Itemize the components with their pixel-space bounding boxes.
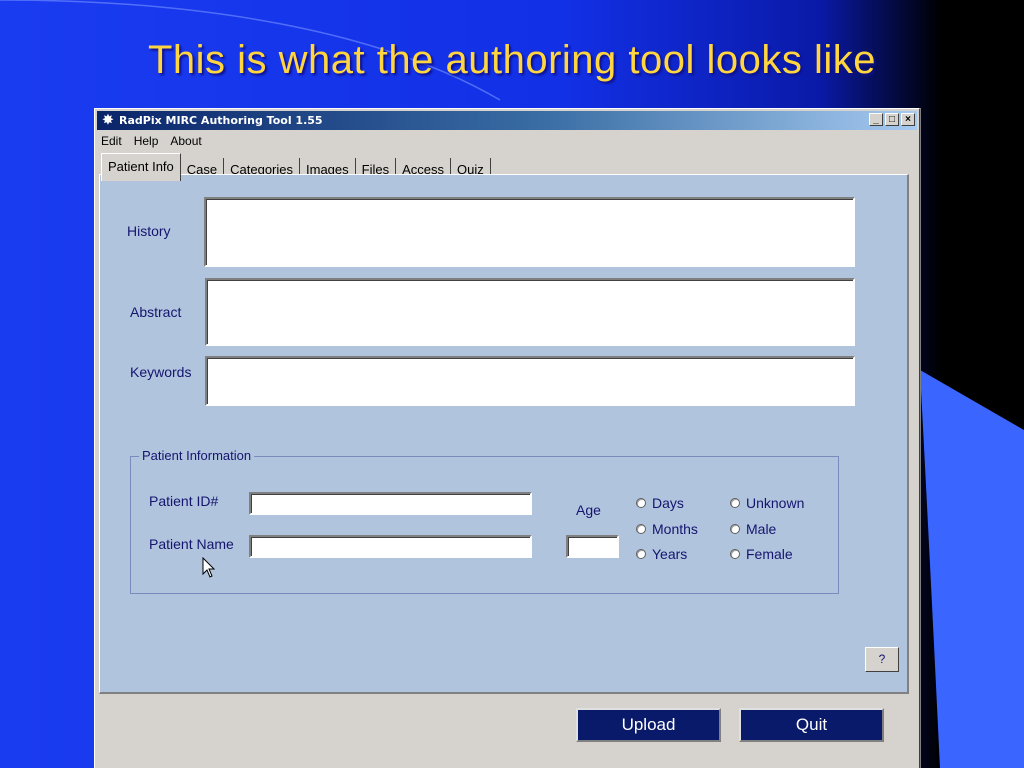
window-titlebar[interactable]: ✸ RadPix MIRC Authoring Tool 1.55 _ □ ×	[97, 111, 917, 130]
patient-information-group: Patient Information Patient ID# Patient …	[130, 448, 839, 594]
slide-title: This is what the authoring tool looks li…	[147, 38, 877, 82]
keywords-label: Keywords	[130, 364, 192, 380]
tab-patient-info[interactable]: Patient Info	[101, 153, 181, 181]
history-input[interactable]	[204, 197, 855, 267]
maximize-button[interactable]: □	[885, 113, 899, 126]
radio-button-icon	[730, 498, 740, 508]
tab-strip: Patient Info Case Categories Images File…	[101, 153, 491, 181]
window-controls: _ □ ×	[869, 113, 915, 126]
radio-female-label: Female	[746, 546, 793, 562]
age-label: Age	[576, 502, 601, 518]
radio-days-label: Days	[652, 495, 684, 511]
radio-button-icon	[636, 498, 646, 508]
upload-button[interactable]: Upload	[576, 708, 721, 742]
menu-edit[interactable]: Edit	[101, 134, 122, 150]
mouse-pointer-icon	[202, 557, 216, 578]
patient-name-input[interactable]	[249, 535, 532, 558]
radio-unknown[interactable]: Unknown	[730, 495, 804, 511]
abstract-input[interactable]	[205, 278, 855, 346]
radio-button-icon	[730, 524, 740, 534]
radio-years-label: Years	[652, 546, 688, 562]
radio-male-label: Male	[746, 521, 777, 537]
radpix-app-icon: ✸	[102, 112, 114, 127]
radio-years[interactable]: Years	[636, 546, 687, 562]
minimize-button[interactable]: _	[869, 113, 883, 126]
help-button[interactable]: ?	[865, 647, 899, 672]
radio-days[interactable]: Days	[636, 495, 684, 511]
age-input[interactable]	[566, 535, 619, 558]
history-label: History	[127, 223, 171, 239]
patient-information-title: Patient Information	[139, 448, 255, 463]
app-window: ✸ RadPix MIRC Authoring Tool 1.55 _ □ × …	[94, 108, 920, 768]
radio-months-label: Months	[652, 521, 698, 537]
radio-button-icon	[730, 549, 740, 559]
abstract-label: Abstract	[130, 304, 182, 320]
quit-button[interactable]: Quit	[739, 708, 884, 742]
patient-id-label: Patient ID#	[149, 493, 219, 509]
radio-button-icon	[636, 549, 646, 559]
menu-help[interactable]: Help	[134, 134, 159, 150]
radio-months[interactable]: Months	[636, 521, 698, 537]
keywords-input[interactable]	[205, 356, 855, 406]
close-button[interactable]: ×	[901, 113, 915, 126]
window-title: RadPix MIRC Authoring Tool 1.55	[119, 114, 323, 127]
radio-male[interactable]: Male	[730, 521, 776, 537]
radio-button-icon	[636, 524, 646, 534]
patient-name-label: Patient Name	[149, 536, 234, 552]
radio-unknown-label: Unknown	[746, 495, 805, 511]
menu-about[interactable]: About	[170, 134, 201, 150]
patient-info-panel: History Abstract Keywords Patient Inform…	[99, 174, 909, 694]
radio-female[interactable]: Female	[730, 546, 793, 562]
menu-bar: Edit Help About	[101, 134, 202, 150]
patient-id-input[interactable]	[249, 492, 532, 515]
